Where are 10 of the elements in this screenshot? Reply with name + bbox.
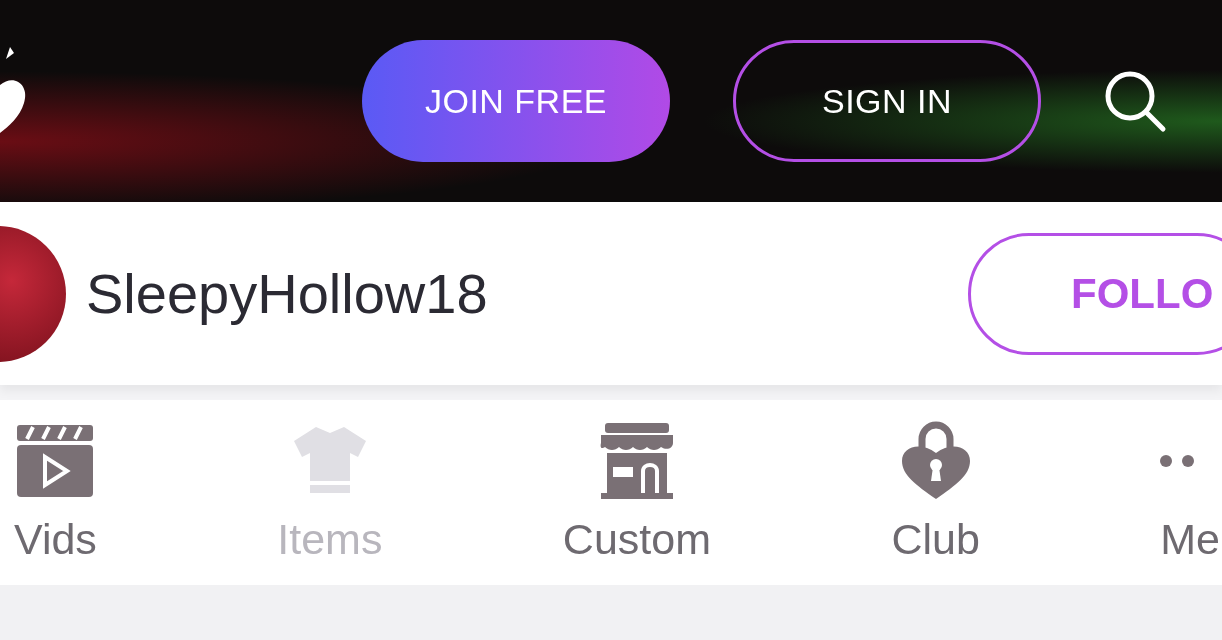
nav-tab[interactable]: Custom (562, 400, 711, 585)
join-free-button[interactable]: JOIN FREE (362, 40, 670, 162)
nav-tab[interactable]: Me (1160, 400, 1220, 585)
follow-button[interactable]: FOLLO (968, 232, 1222, 355)
nav-tab[interactable]: Club (891, 400, 980, 585)
search-icon[interactable] (1103, 69, 1167, 133)
dots-icon (1160, 455, 1195, 467)
sign-in-button[interactable]: SIGN IN (733, 40, 1041, 162)
username: SleepyHollow18 (86, 261, 488, 326)
nav-tab[interactable]: Vids (14, 400, 97, 585)
